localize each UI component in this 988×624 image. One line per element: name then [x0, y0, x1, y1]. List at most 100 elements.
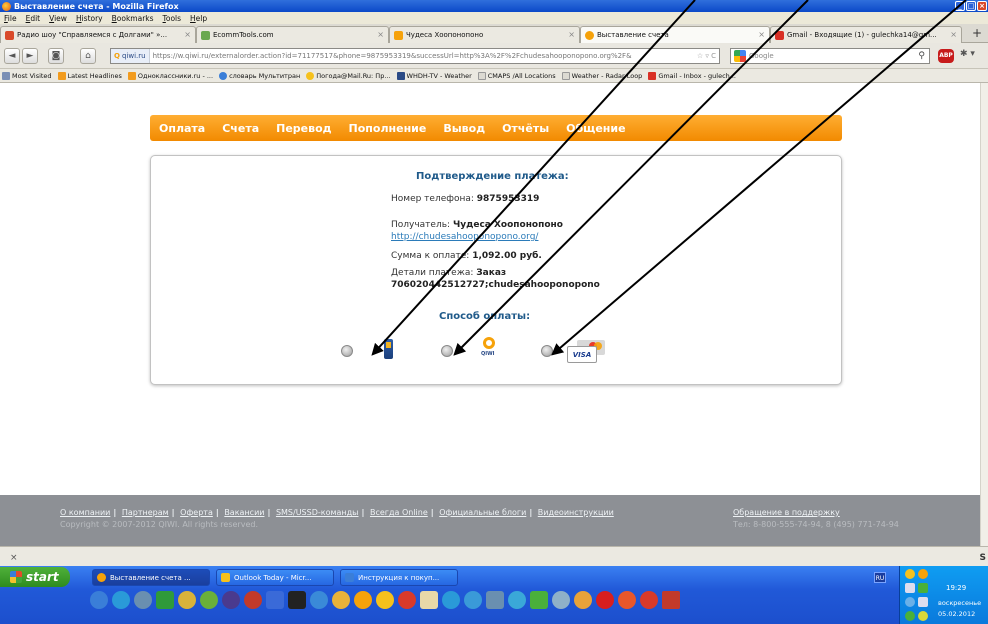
bank-card-icon[interactable]: VISA [567, 340, 607, 364]
network-icon[interactable] [464, 591, 482, 609]
forward-button[interactable]: ► [22, 48, 38, 64]
tray-icon-4[interactable] [905, 597, 915, 607]
footer-link-partners[interactable]: Партнерам [122, 508, 169, 517]
menu-tools[interactable]: Tools [163, 14, 181, 23]
tab-close-icon[interactable]: × [377, 30, 384, 39]
menu-help[interactable]: Help [190, 14, 207, 23]
tray-check-icon[interactable] [918, 583, 928, 593]
taskbar-item-outlook[interactable]: Outlook Today - Micr... [216, 569, 334, 586]
tools-icon[interactable] [332, 591, 350, 609]
back-button[interactable]: ◄ [4, 48, 20, 64]
taskbar-item-instructions[interactable]: Инструкция к покуп... [340, 569, 458, 586]
search-bar[interactable]: Google ⚲ [730, 48, 930, 64]
pen-icon[interactable] [178, 591, 196, 609]
footer-link-online[interactable]: Всегда Online [370, 508, 428, 517]
google-icon[interactable] [734, 50, 746, 62]
tab-radio-show[interactable]: Радио шоу "Справляемся с Долгами" »... × [0, 26, 196, 43]
nav-transfer[interactable]: Перевод [276, 122, 331, 135]
tab-close-icon[interactable]: × [568, 30, 575, 39]
media-player-icon[interactable] [112, 591, 130, 609]
bookmark-multitran[interactable]: словарь Мультитран [219, 71, 300, 80]
tray-icon-7[interactable] [918, 611, 928, 621]
bookmark-odnoklassniki[interactable]: Одноклассники.ru - ... [127, 71, 213, 80]
tab-close-icon[interactable]: × [758, 30, 765, 39]
nav-invoices[interactable]: Счета [222, 122, 259, 135]
calendar-icon[interactable] [486, 591, 504, 609]
spreadsheet-icon[interactable] [530, 591, 548, 609]
taskbar-item-firefox[interactable]: Выставление счета ... [92, 569, 210, 586]
minimize-button[interactable]: _ [955, 1, 965, 11]
winamp-icon[interactable] [244, 591, 262, 609]
vertical-scrollbar[interactable] [980, 83, 988, 546]
mobile-phone-icon[interactable] [384, 339, 393, 359]
bookmark-most-visited[interactable]: Most Visited [2, 71, 52, 80]
transfer-icon[interactable] [508, 591, 526, 609]
payment-method-mobile-radio[interactable] [341, 345, 353, 357]
tab-chudesa[interactable]: Чудеса Хоопонопоно × [389, 26, 580, 43]
close-bar-icon[interactable]: × [10, 553, 18, 563]
nav-withdraw[interactable]: Вывод [443, 122, 485, 135]
footer-link-jobs[interactable]: Вакансии [224, 508, 264, 517]
notes-icon[interactable] [420, 591, 438, 609]
bookmark-pogoda[interactable]: Погода@Mail.Ru: Пр... [306, 71, 391, 80]
start-button[interactable]: start [0, 567, 70, 587]
new-tab-button[interactable]: + [970, 27, 984, 41]
paint-brush-icon[interactable] [266, 591, 284, 609]
tray-icon-6[interactable] [905, 611, 915, 621]
payment-method-qiwi-radio[interactable] [441, 345, 453, 357]
bookmark-star-icon[interactable]: ☆ ▿ C [697, 52, 719, 60]
menu-edit[interactable]: Edit [26, 14, 41, 23]
adblock-icon[interactable]: ABP [938, 49, 954, 63]
nav-topup[interactable]: Пополнение [349, 122, 427, 135]
bookmark-latest-headlines[interactable]: Latest Headlines [57, 71, 122, 80]
footer-link-sms[interactable]: SMS/USSD-команды [276, 508, 359, 517]
headset-icon[interactable] [618, 591, 636, 609]
bookmark-gmail[interactable]: Gmail - Inbox - gulech... [648, 71, 736, 80]
payment-method-card-radio[interactable] [541, 345, 553, 357]
tab-ecommtools[interactable]: EcommTools.com × [196, 26, 389, 43]
music-icon[interactable] [640, 591, 658, 609]
menu-bookmarks[interactable]: Bookmarks [112, 14, 154, 23]
footer-link-blogs[interactable]: Официальные блоги [439, 508, 526, 517]
tab-gmail[interactable]: Gmail - Входящие (1) - gulechka14@gm... … [770, 26, 962, 43]
chrome-icon[interactable] [398, 591, 416, 609]
firefox-launch-icon[interactable] [354, 591, 372, 609]
clip-icon[interactable] [552, 591, 570, 609]
tab-invoice[interactable]: Выставление счета × [580, 26, 770, 43]
utorrent-icon[interactable] [156, 591, 174, 609]
tray-icon-2[interactable] [918, 569, 928, 579]
close-window-button[interactable]: × [977, 1, 987, 11]
footer-link-videos[interactable]: Видеоинструкции [538, 508, 614, 517]
pin-icon[interactable] [574, 591, 592, 609]
folder-icon[interactable] [376, 591, 394, 609]
extension-icon[interactable]: ✱ ▾ [960, 49, 984, 63]
bookmark-whdh[interactable]: WHDH-TV - Weather [396, 71, 472, 80]
skype-icon[interactable] [442, 591, 460, 609]
language-indicator[interactable]: RU [874, 572, 886, 583]
nav-reports[interactable]: Отчёты [502, 122, 549, 135]
footer-link-offer[interactable]: Оферта [180, 508, 213, 517]
tray-icon-1[interactable] [905, 569, 915, 579]
qiwi-wallet-icon[interactable]: QIWI [481, 337, 497, 359]
bookmark-cmaps[interactable]: CMAPS /All Locations [477, 71, 556, 80]
site-identity[interactable]: Qqiwi.ru [111, 49, 150, 63]
menu-file[interactable]: File [4, 14, 17, 23]
arrow-app-icon[interactable] [662, 591, 680, 609]
menu-view[interactable]: View [49, 14, 67, 23]
paint-icon[interactable] [200, 591, 218, 609]
gem-icon[interactable] [222, 591, 240, 609]
terminal-icon[interactable] [288, 591, 306, 609]
url-bar[interactable]: Qqiwi.ru https://w.qiwi.ru/externalorder… [110, 48, 720, 64]
menu-history[interactable]: History [76, 14, 103, 23]
ie-icon[interactable] [90, 591, 108, 609]
tab-close-icon[interactable]: × [950, 30, 957, 39]
tab-close-icon[interactable]: × [184, 30, 191, 39]
footer-link-about[interactable]: О компании [60, 508, 110, 517]
messenger-icon[interactable] [134, 591, 152, 609]
bookmark-radar[interactable]: Weather - Radar Loop [561, 71, 642, 80]
identity-button[interactable]: ◙ [48, 48, 64, 64]
clock-time[interactable]: 19:29 [946, 584, 966, 592]
tray-icon-5[interactable] [918, 597, 928, 607]
tray-icon-3[interactable] [905, 583, 915, 593]
home-button[interactable]: ⌂ [80, 48, 96, 64]
